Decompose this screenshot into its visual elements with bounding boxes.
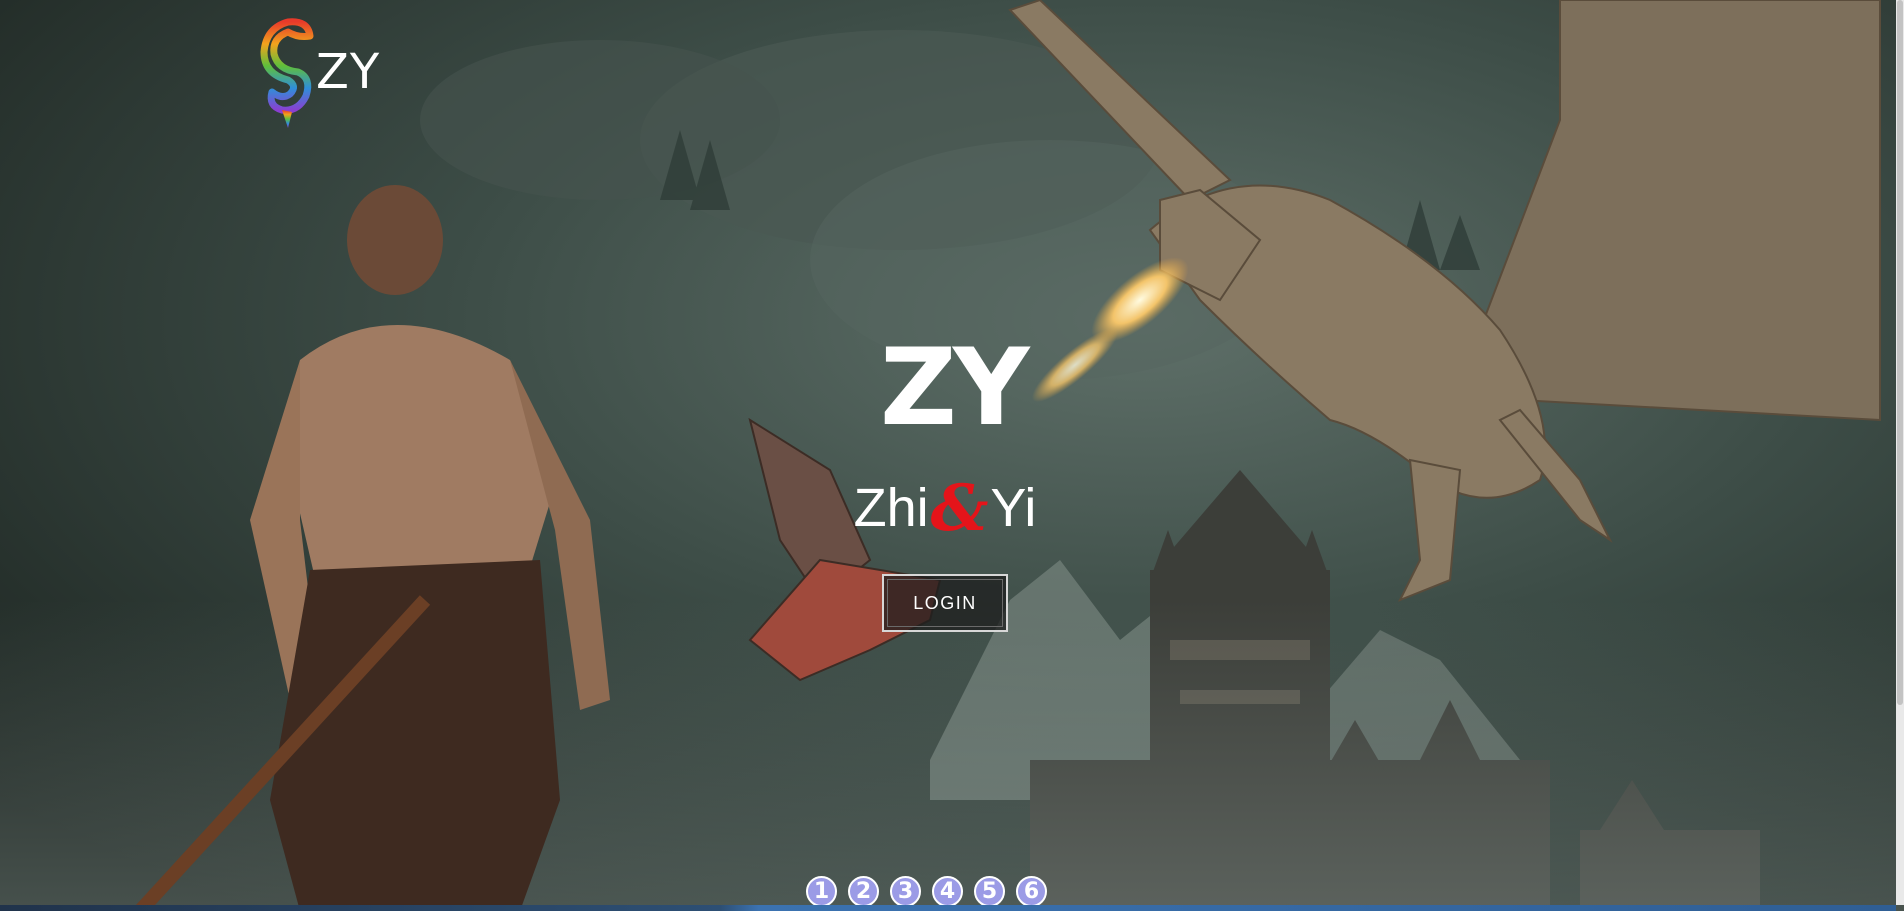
- brand-text: ZY: [316, 44, 381, 100]
- page-dot-6[interactable]: 6: [1016, 876, 1047, 907]
- page-dot-5[interactable]: 5: [974, 876, 1005, 907]
- hero-name-ampersand: &: [930, 471, 989, 546]
- page-dot-1[interactable]: 1: [806, 876, 837, 907]
- bottom-progress-bar: [0, 905, 1896, 911]
- page-dot-2[interactable]: 2: [848, 876, 879, 907]
- vertical-scrollbar[interactable]: [1896, 0, 1904, 905]
- hero-name-right: Yi: [990, 478, 1037, 538]
- hero: ZY Zhi&Yi LOGIN: [820, 326, 1070, 648]
- hero-name-left: Zhi: [853, 478, 929, 538]
- login-button[interactable]: LOGIN: [882, 574, 1008, 632]
- page-pager: 1 2 3 4 5 6: [806, 876, 1047, 908]
- scrollbar-thumb[interactable]: [1897, 0, 1903, 705]
- rainbow-dragon-icon: [260, 18, 314, 128]
- page-dot-4[interactable]: 4: [932, 876, 963, 907]
- brand-logo[interactable]: ZY: [258, 16, 398, 132]
- page-dot-3[interactable]: 3: [890, 876, 921, 907]
- hero-logo: ZY: [880, 326, 1030, 449]
- hero-name: Zhi&Yi: [820, 470, 1070, 544]
